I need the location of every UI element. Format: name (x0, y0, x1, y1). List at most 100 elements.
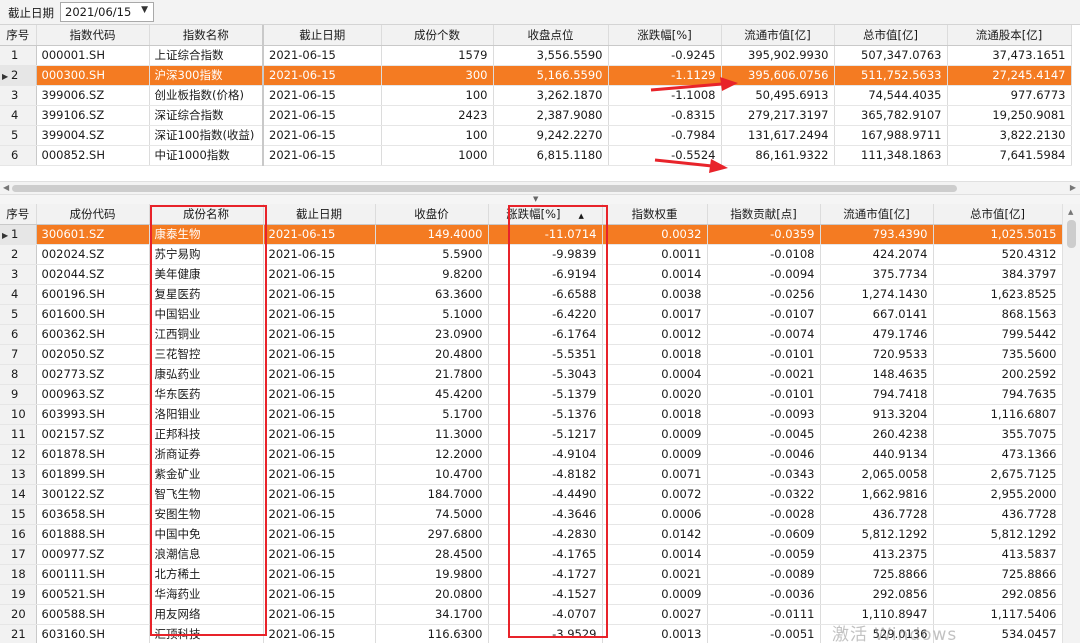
table-cell[interactable]: 436.7728 (933, 504, 1063, 525)
table-cell[interactable]: 2021-06-15 (263, 85, 382, 106)
table-cell[interactable]: 300 (381, 65, 494, 86)
table-cell[interactable]: 279,217.3197 (721, 105, 835, 126)
table-cell[interactable]: 913.3204 (820, 404, 934, 425)
table-cell[interactable]: 江西铜业 (149, 324, 264, 345)
table-cell[interactable]: 21.7800 (375, 364, 489, 385)
table-cell[interactable]: 436.7728 (820, 504, 934, 525)
table-cell[interactable]: 2021-06-15 (263, 404, 376, 425)
table-cell[interactable]: -4.3646 (488, 504, 603, 525)
table-cell[interactable]: 0.0013 (602, 624, 708, 643)
table-cell[interactable]: 34.1700 (375, 604, 489, 625)
table-cell[interactable]: 002157.SZ (36, 424, 150, 445)
table-cell[interactable]: 1,662.9816 (820, 484, 934, 505)
table-row[interactable]: 4 600196.SH 复星医药 2021-06-15 63.3600 -6.6588 0.… (0, 284, 1063, 305)
table-cell[interactable]: 2021-06-15 (263, 604, 376, 625)
table-cell[interactable]: -4.4490 (488, 484, 603, 505)
table-cell[interactable]: 1,116.6807 (933, 404, 1063, 425)
table-cell[interactable]: 中证1000指数 (149, 145, 264, 166)
table-cell[interactable]: 2021-06-15 (263, 45, 382, 66)
table-row[interactable]: 16 601888.SH 中国中免 2021-06-15 297.6800 -4.2830… (0, 524, 1063, 545)
table-cell[interactable]: -6.4220 (488, 304, 603, 325)
table-cell[interactable]: -0.0028 (707, 504, 821, 525)
table-cell[interactable]: 三花智控 (149, 344, 264, 365)
table-cell[interactable]: -5.5351 (488, 344, 603, 365)
table-cell[interactable]: 2021-06-15 (263, 304, 376, 325)
table-cell[interactable]: 9,242.2270 (493, 125, 609, 146)
table-cell[interactable]: 2,387.9080 (493, 105, 609, 126)
table-cell[interactable]: 000963.SZ (36, 384, 150, 405)
table-cell[interactable]: 0.0009 (602, 444, 708, 465)
table-row[interactable]: 19 600521.SH 华海药业 2021-06-15 20.0800 -4.1527 0… (0, 584, 1063, 605)
table-cell[interactable]: 1000 (381, 145, 494, 166)
table-cell[interactable]: 2021-06-15 (263, 125, 382, 146)
table-cell[interactable]: -4.0707 (488, 604, 603, 625)
table-cell[interactable]: 0.0006 (602, 504, 708, 525)
table-cell[interactable]: 45.4200 (375, 384, 489, 405)
table-cell[interactable]: -0.0074 (707, 324, 821, 345)
column-header[interactable]: 成份代码 (36, 204, 150, 225)
table-cell[interactable]: 0.0012 (602, 324, 708, 345)
table-cell[interactable]: 中国中免 (149, 524, 264, 545)
row-number[interactable]: 12 (0, 444, 37, 465)
row-number[interactable]: 21 (0, 624, 37, 643)
table-cell[interactable]: 2021-06-15 (263, 384, 376, 405)
date-picker[interactable]: 2021/06/15 ▼ (60, 2, 154, 22)
table-cell[interactable]: 0.0009 (602, 424, 708, 445)
table-cell[interactable]: 600521.SH (36, 584, 150, 605)
column-header[interactable]: 截止日期 (263, 25, 382, 46)
table-cell[interactable]: 2021-06-15 (263, 424, 376, 445)
table-cell[interactable]: 0.0017 (602, 304, 708, 325)
table-cell[interactable]: 399106.SZ (36, 105, 150, 126)
table-cell[interactable]: 2021-06-15 (263, 145, 382, 166)
row-number[interactable]: 16 (0, 524, 37, 545)
table-cell[interactable]: 1579 (381, 45, 494, 66)
table-cell[interactable]: -6.6588 (488, 284, 603, 305)
row-number[interactable]: 15 (0, 504, 37, 525)
table-cell[interactable]: 603658.SH (36, 504, 150, 525)
table-cell[interactable]: 苏宁易购 (149, 244, 264, 265)
table-cell[interactable]: 0.0142 (602, 524, 708, 545)
vertical-scrollbar[interactable]: ▲ (1062, 204, 1080, 643)
column-header[interactable]: 总市值[亿] (933, 204, 1063, 225)
table-cell[interactable]: -6.1764 (488, 324, 603, 345)
table-cell[interactable]: 华海药业 (149, 584, 264, 605)
table-cell[interactable]: 793.4390 (820, 224, 934, 245)
row-number[interactable]: 11 (0, 424, 37, 445)
row-number[interactable]: 13 (0, 464, 37, 485)
table-row[interactable]: 9 000963.SZ 华东医药 2021-06-15 45.4200 -5.1379 0.… (0, 384, 1063, 405)
table-cell[interactable]: 74.5000 (375, 504, 489, 525)
table-cell[interactable]: 2021-06-15 (263, 344, 376, 365)
table-cell[interactable]: 2021-06-15 (263, 65, 382, 86)
date-value[interactable]: 2021/06/15 (65, 5, 131, 19)
table-cell[interactable]: 424.2074 (820, 244, 934, 265)
table-cell[interactable]: 601888.SH (36, 524, 150, 545)
table-cell[interactable]: -5.1376 (488, 404, 603, 425)
table-cell[interactable]: 28.4500 (375, 544, 489, 565)
table-cell[interactable]: 200.2592 (933, 364, 1063, 385)
table-cell[interactable]: -5.3043 (488, 364, 603, 385)
table-cell[interactable]: 63.3600 (375, 284, 489, 305)
table-cell[interactable]: 中国铝业 (149, 304, 264, 325)
table-cell[interactable]: -0.0343 (707, 464, 821, 485)
table-row[interactable]: 8 002773.SZ 康弘药业 2021-06-15 21.7800 -5.3043 0.… (0, 364, 1063, 385)
column-header[interactable]: 收盘价 (375, 204, 489, 225)
table-cell[interactable]: 868.1563 (933, 304, 1063, 325)
table-cell[interactable]: 3,556.5590 (493, 45, 609, 66)
table-cell[interactable]: 2021-06-15 (263, 504, 376, 525)
splitter-grip-icon[interactable]: ▼ (533, 195, 538, 203)
row-number[interactable]: 17 (0, 544, 37, 565)
table-cell[interactable]: 600196.SH (36, 284, 150, 305)
table-cell[interactable]: -0.0107 (707, 304, 821, 325)
table-cell[interactable]: 479.1746 (820, 324, 934, 345)
table-cell[interactable]: -0.7984 (608, 125, 722, 146)
table-cell[interactable]: 297.6800 (375, 524, 489, 545)
table-cell[interactable]: 002024.SZ (36, 244, 150, 265)
table-cell[interactable]: 2021-06-15 (263, 224, 376, 245)
table-cell[interactable]: 12.2000 (375, 444, 489, 465)
scroll-up-icon[interactable]: ▲ (1068, 208, 1073, 216)
table-cell[interactable]: 2021-06-15 (263, 524, 376, 545)
table-cell[interactable]: -6.9194 (488, 264, 603, 285)
table-cell[interactable]: 浙商证券 (149, 444, 264, 465)
table-cell[interactable]: -4.1765 (488, 544, 603, 565)
scrollbar-thumb[interactable] (12, 185, 957, 192)
